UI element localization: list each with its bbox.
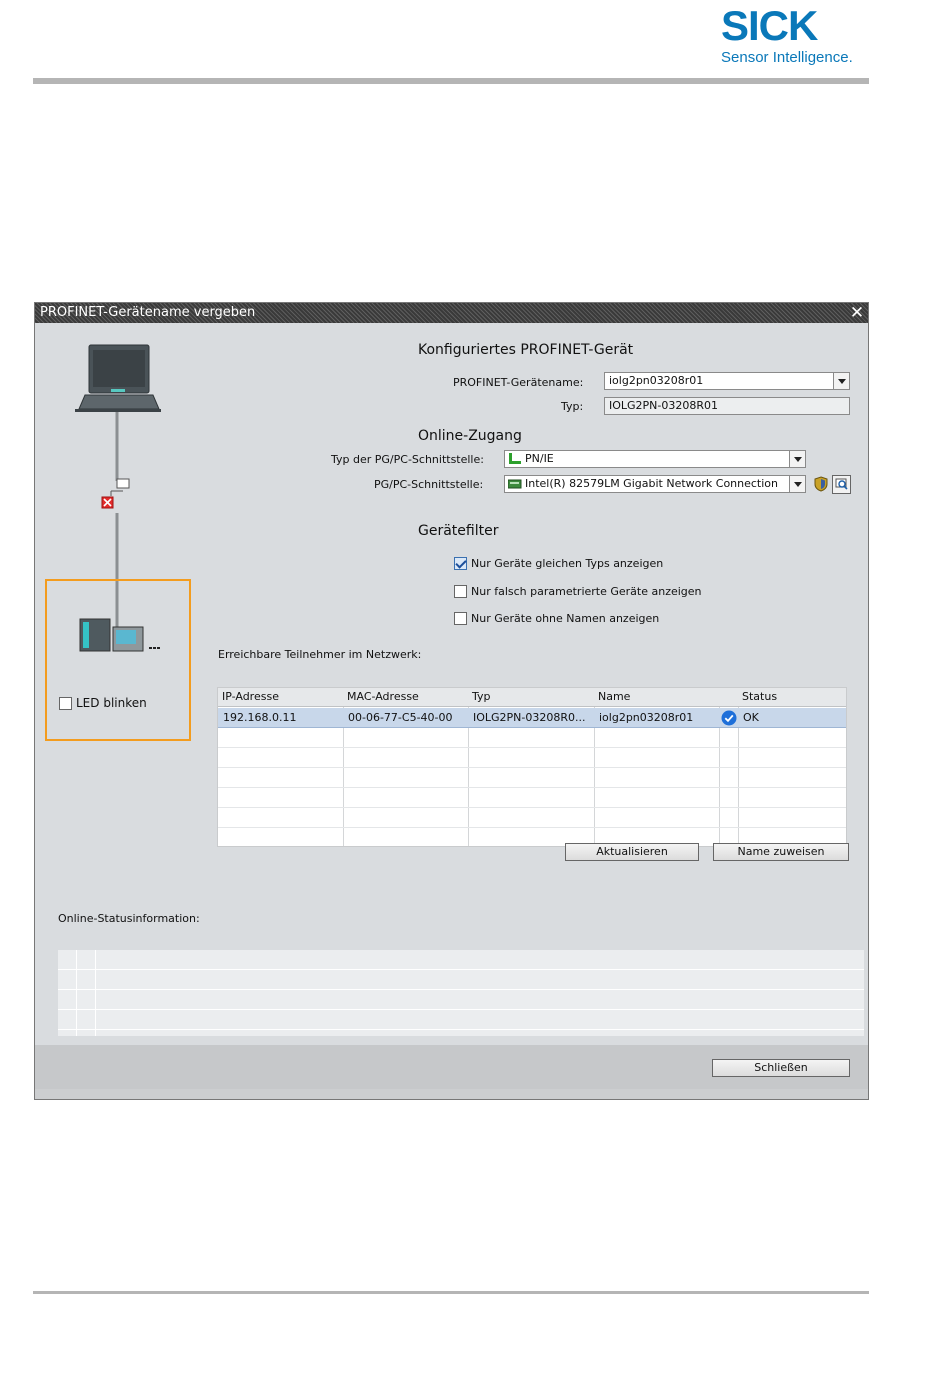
table-row-empty: [218, 808, 846, 828]
type-label: Typ:: [561, 400, 584, 413]
filter-no-name-checkbox[interactable]: [454, 612, 467, 625]
footer-rule: [33, 1291, 869, 1294]
network-table: IP-Adresse MAC-Adresse Typ Name Status 1…: [217, 687, 847, 847]
chevron-down-icon[interactable]: [833, 373, 849, 389]
table-row-empty: [218, 748, 846, 768]
shield-icon[interactable]: [813, 476, 829, 492]
col-ip[interactable]: IP-Adresse: [222, 690, 279, 703]
device-filter-heading: Gerätefilter: [418, 523, 499, 539]
network-list-label: Erreichbare Teilnehmer im Netzwerk:: [218, 648, 422, 661]
pgpc-type-value: PN/IE: [525, 452, 554, 465]
check-circle-icon: [721, 710, 737, 726]
status-info-list: [58, 950, 864, 1036]
dialog-footer: Schließen: [35, 1045, 868, 1089]
online-access-heading: Online-Zugang: [418, 428, 522, 444]
status-info-label: Online-Statusinformation:: [58, 912, 200, 925]
filter-same-type-label: Nur Geräte gleichen Typs anzeigen: [471, 557, 664, 570]
filter-misconfigured-checkbox[interactable]: [454, 585, 467, 598]
logo-tagline: Sensor Intelligence.: [721, 49, 853, 66]
highlight-frame: [45, 579, 191, 741]
configured-device-heading: Konfiguriertes PROFINET-Gerät: [418, 342, 634, 358]
pgpc-value: Intel(R) 82579LM Gigabit Network Connect…: [525, 477, 778, 490]
col-type[interactable]: Typ: [472, 690, 491, 703]
cell-ip: 192.168.0.11: [223, 711, 297, 724]
error-x-icon: [101, 496, 114, 509]
dialog-title: PROFINET-Gerätename vergeben: [40, 305, 256, 320]
header-rule: [33, 78, 869, 84]
table-row-empty: [218, 788, 846, 808]
pgpc-type-select[interactable]: PN/IE: [504, 450, 806, 468]
col-name[interactable]: Name: [598, 690, 630, 703]
cell-status: OK: [743, 711, 759, 724]
sick-logo: SICK Sensor Intelligence.: [721, 2, 871, 67]
pgpc-select[interactable]: Intel(R) 82579LM Gigabit Network Connect…: [504, 475, 806, 493]
device-name-select[interactable]: iolg2pn03208r01: [604, 372, 850, 390]
filter-misconfigured-label: Nur falsch parametrierte Geräte anzeigen: [471, 585, 702, 598]
network-icon: [509, 453, 521, 464]
pgpc-label: PG/PC-Schnittstelle:: [374, 478, 484, 491]
nic-icon: [508, 479, 522, 489]
table-row-empty: [218, 768, 846, 788]
close-icon[interactable]: ✕: [848, 304, 866, 322]
logo-wordmark: SICK: [721, 2, 818, 49]
laptop-icon: [75, 344, 161, 412]
pgpc-type-label: Typ der PG/PC-Schnittstelle:: [331, 453, 484, 466]
device-name-value: iolg2pn03208r01: [609, 374, 704, 387]
close-button[interactable]: Schließen: [712, 1059, 850, 1077]
search-icon[interactable]: [832, 475, 851, 494]
filter-same-type-checkbox[interactable]: [454, 557, 467, 570]
cell-type: IOLG2PN-03208R0...: [473, 711, 586, 724]
table-row[interactable]: 192.168.0.11 00-06-77-C5-40-00 IOLG2PN-0…: [218, 708, 846, 728]
device-name-label: PROFINET-Gerätename:: [453, 376, 584, 389]
filter-no-name-label: Nur Geräte ohne Namen anzeigen: [471, 612, 660, 625]
assign-name-button[interactable]: Name zuweisen: [713, 843, 849, 861]
chevron-down-icon[interactable]: [789, 476, 805, 492]
table-header: IP-Adresse MAC-Adresse Typ Name Status: [218, 688, 846, 707]
type-field: IOLG2PN-03208R01: [604, 397, 850, 415]
refresh-button[interactable]: Aktualisieren: [565, 843, 699, 861]
col-mac[interactable]: MAC-Adresse: [347, 690, 419, 703]
cell-name: iolg2pn03208r01: [599, 711, 694, 724]
dialog-titlebar: PROFINET-Gerätename vergeben ✕: [35, 303, 868, 323]
col-status[interactable]: Status: [742, 690, 777, 703]
cell-mac: 00-06-77-C5-40-00: [348, 711, 453, 724]
chevron-down-icon[interactable]: [789, 451, 805, 467]
table-row-empty: [218, 728, 846, 748]
dialog-bottom-strip: [35, 1089, 868, 1099]
